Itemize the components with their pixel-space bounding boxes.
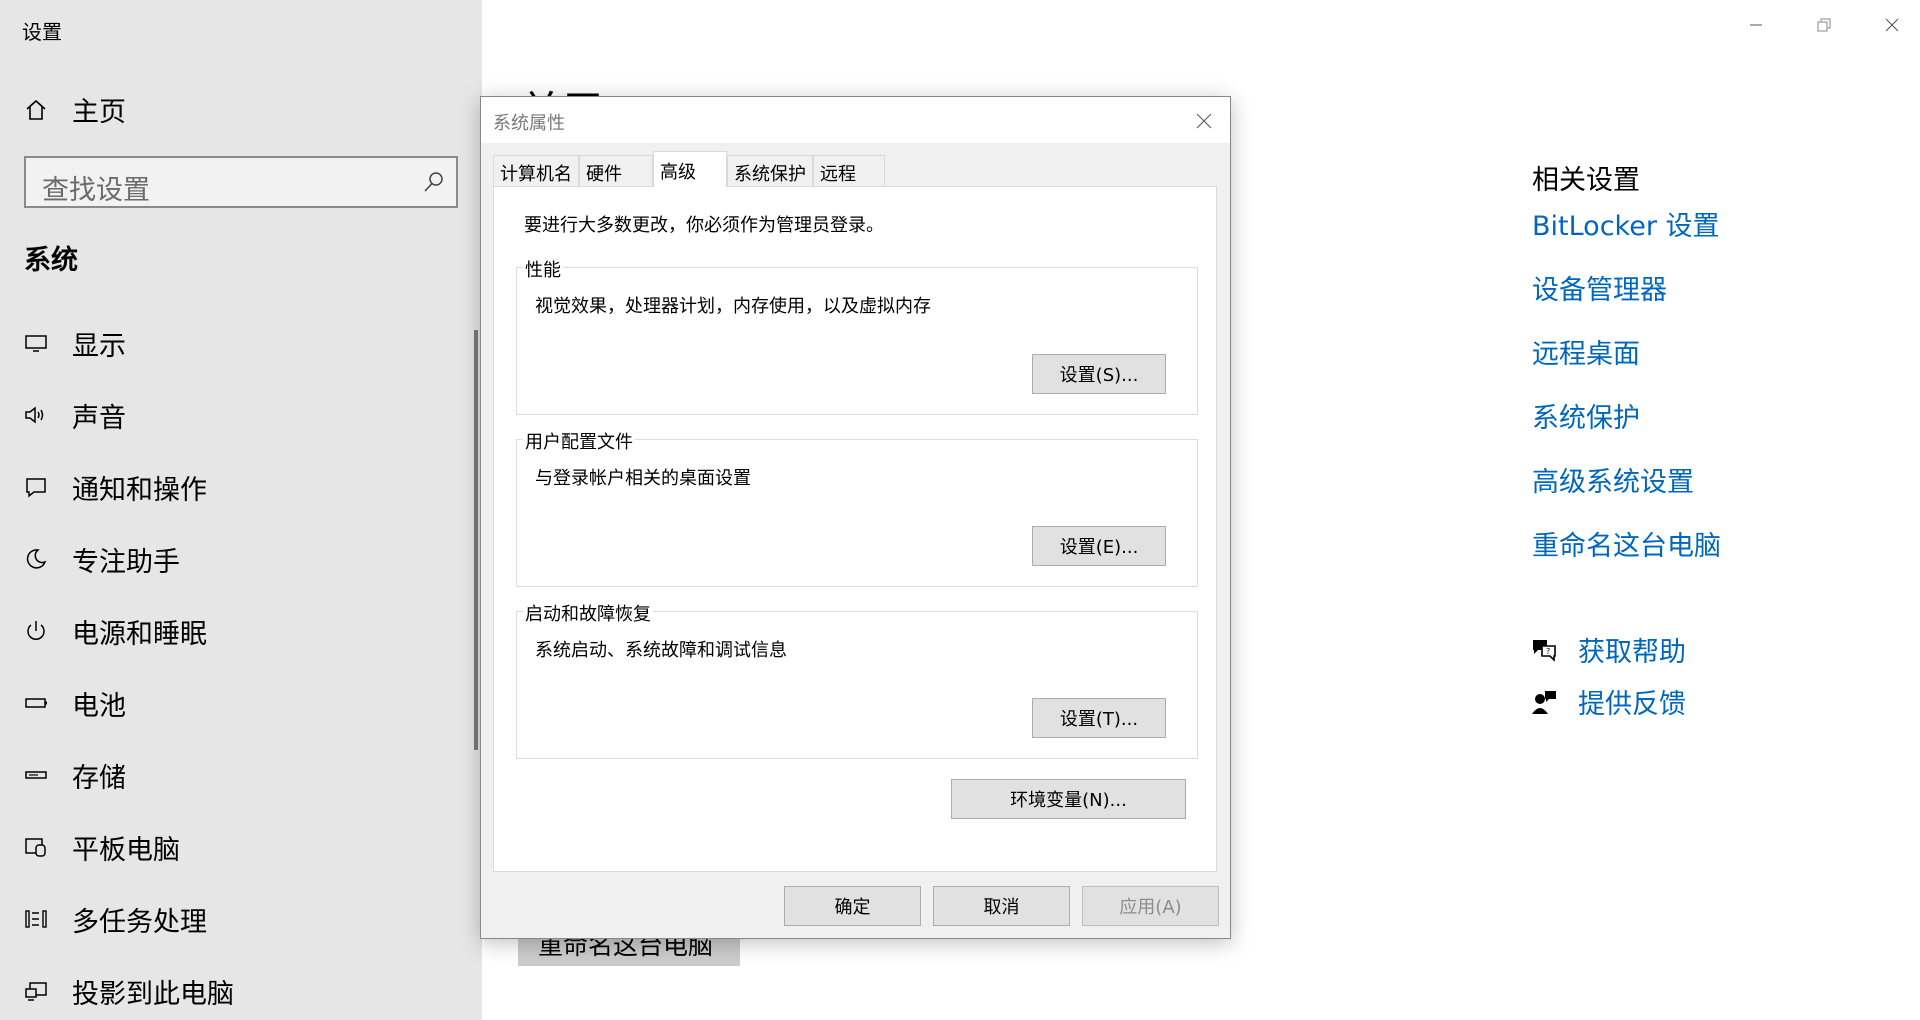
sidebar-home[interactable]: 主页 — [24, 90, 126, 129]
monitor-icon — [22, 329, 50, 357]
app-title: 设置 — [22, 20, 62, 44]
user-profiles-settings-button[interactable]: 设置(E)... — [1032, 526, 1166, 566]
feedback-label: 提供反馈 — [1578, 689, 1686, 720]
get-help-link[interactable]: ? 获取帮助 — [1530, 630, 1686, 669]
sidebar-item-focus-assist[interactable]: 专注助手 — [22, 539, 180, 579]
bitlocker-link[interactable]: BitLocker 设置 — [1532, 204, 1720, 243]
home-icon — [26, 99, 46, 120]
user-profiles-group: 用户配置文件 与登录帐户相关的桌面设置 设置(E)... — [516, 428, 1198, 587]
advanced-tab-panel: 要进行大多数更改，你必须作为管理员登录。 性能 视觉效果，处理器计划，内存使用，… — [493, 186, 1217, 872]
sidebar-item-label: 投影到此电脑 — [72, 978, 234, 1010]
sidebar-item-label: 专注助手 — [72, 546, 180, 578]
sidebar-item-label: 显示 — [72, 330, 126, 362]
group-description: 系统启动、系统故障和调试信息 — [535, 640, 787, 661]
sidebar-item-display[interactable]: 显示 — [22, 323, 126, 363]
group-description: 视觉效果，处理器计划，内存使用，以及虚拟内存 — [535, 296, 931, 317]
dialog-close-button[interactable] — [1188, 105, 1220, 137]
device-manager-link[interactable]: 设备管理器 — [1532, 268, 1667, 307]
advanced-system-settings-link[interactable]: 高级系统设置 — [1532, 460, 1694, 499]
ok-button[interactable]: 确定 — [784, 886, 921, 926]
system-protection-link[interactable]: 系统保护 — [1532, 396, 1640, 435]
sidebar-scrollbar[interactable] — [474, 330, 478, 750]
feedback-icon — [1532, 690, 1556, 714]
rename-pc-link[interactable]: 重命名这台电脑 — [1532, 524, 1721, 563]
tablet-icon — [22, 833, 50, 861]
power-icon — [22, 617, 50, 645]
sidebar-item-sound[interactable]: 声音 — [22, 395, 126, 435]
sidebar-item-multitasking[interactable]: 多任务处理 — [22, 899, 207, 939]
minimize-icon — [1750, 24, 1762, 26]
group-description: 与登录帐户相关的桌面设置 — [535, 468, 751, 489]
sidebar-home-label: 主页 — [72, 97, 126, 128]
tab-advanced[interactable]: 高级 — [653, 151, 727, 187]
startup-recovery-group: 启动和故障恢复 系统启动、系统故障和调试信息 设置(T)... — [516, 600, 1198, 759]
performance-settings-button[interactable]: 设置(S)... — [1032, 354, 1166, 394]
cancel-button[interactable]: 取消 — [933, 886, 1070, 926]
tab-system-protection[interactable]: 系统保护 — [727, 155, 813, 187]
tab-remote[interactable]: 远程 — [813, 155, 885, 187]
system-properties-dialog: 系统属性 计算机名 硬件 高级 系统保护 远程 要进行大多数更改，你必须作为管理… — [480, 96, 1231, 939]
windows-spec-heading: Windows 规格 — [516, 1008, 787, 1020]
close-button[interactable] — [1868, 10, 1916, 40]
sidebar-item-storage[interactable]: 存储 — [22, 755, 126, 795]
search-icon[interactable] — [422, 170, 446, 194]
moon-icon — [22, 545, 50, 573]
project-icon — [22, 977, 50, 1005]
sidebar-item-tablet[interactable]: 平板电脑 — [22, 827, 180, 867]
group-legend: 启动和故障恢复 — [523, 600, 653, 626]
related-settings-title: 相关设置 — [1532, 165, 1640, 196]
dialog-title: 系统属性 — [493, 113, 565, 134]
battery-icon — [22, 689, 50, 717]
restore-button[interactable] — [1800, 10, 1848, 40]
sidebar-item-label: 电源和睡眠 — [72, 618, 207, 650]
sidebar-item-power[interactable]: 电源和睡眠 — [22, 611, 207, 651]
help-chat-icon: ? — [1533, 639, 1556, 662]
search-placeholder: 查找设置 — [42, 175, 150, 206]
sidebar-item-battery[interactable]: 电池 — [22, 683, 126, 723]
sidebar-item-label: 平板电脑 — [72, 834, 180, 866]
sidebar-item-notifications[interactable]: 通知和操作 — [22, 467, 207, 507]
restore-icon — [1817, 18, 1831, 32]
feedback-link[interactable]: 提供反馈 — [1530, 682, 1686, 721]
storage-icon — [22, 761, 50, 789]
notification-icon — [22, 473, 50, 501]
section-heading: 系统 — [24, 245, 78, 276]
startup-recovery-settings-button[interactable]: 设置(T)... — [1032, 698, 1166, 738]
tab-hardware[interactable]: 硬件 — [579, 155, 653, 187]
sidebar-item-label: 多任务处理 — [72, 906, 207, 938]
group-legend: 用户配置文件 — [523, 428, 635, 454]
get-help-label: 获取帮助 — [1578, 637, 1686, 668]
sidebar: 设置 主页 查找设置 系统 显示 声音 通知和操作 专注助手 电源和睡眠 电池 … — [0, 0, 482, 1020]
sidebar-item-label: 存储 — [72, 762, 126, 794]
tab-computer-name[interactable]: 计算机名 — [493, 155, 579, 187]
admin-notice: 要进行大多数更改，你必须作为管理员登录。 — [524, 215, 884, 236]
apply-button[interactable]: 应用(A) — [1082, 886, 1219, 926]
sidebar-item-label: 电池 — [72, 690, 126, 722]
performance-group: 性能 视觉效果，处理器计划，内存使用，以及虚拟内存 设置(S)... — [516, 256, 1198, 415]
remote-desktop-link[interactable]: 远程桌面 — [1532, 332, 1640, 371]
multitask-icon — [22, 905, 50, 933]
environment-variables-button[interactable]: 环境变量(N)... — [951, 779, 1186, 819]
dialog-tabs: 计算机名 硬件 高级 系统保护 远程 — [493, 151, 885, 187]
svg-text:?: ? — [1546, 647, 1550, 656]
sidebar-item-label: 通知和操作 — [72, 474, 207, 506]
close-icon — [1885, 18, 1899, 32]
dialog-titlebar[interactable]: 系统属性 — [481, 97, 1230, 143]
sidebar-item-project[interactable]: 投影到此电脑 — [22, 971, 234, 1011]
minimize-button[interactable] — [1732, 10, 1780, 40]
close-icon — [1196, 113, 1212, 129]
speaker-icon — [22, 401, 50, 429]
search-input[interactable]: 查找设置 — [24, 156, 458, 208]
sidebar-item-label: 声音 — [72, 402, 126, 434]
group-legend: 性能 — [523, 256, 563, 282]
